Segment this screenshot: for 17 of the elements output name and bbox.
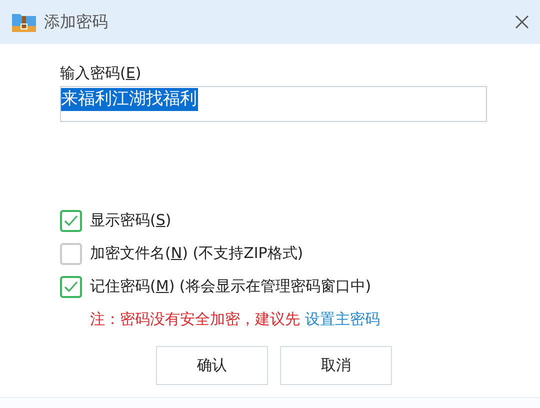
checkbox-label[interactable]: 记住密码(M) (将会显示在管理密码窗口中) — [90, 277, 372, 296]
checkbox-label[interactable]: 显示密码(S) — [90, 211, 172, 230]
set-master-password-link[interactable]: 设置主密码 — [304, 310, 380, 328]
field-label: 输入密码(E) — [60, 64, 142, 83]
close-icon[interactable] — [514, 14, 530, 30]
check-icon — [64, 280, 78, 292]
cancel-button[interactable]: 取消 — [280, 346, 392, 385]
window-title: 添加密码 — [44, 12, 109, 32]
checkbox[interactable] — [60, 242, 82, 264]
check-icon — [64, 214, 78, 226]
password-field[interactable]: 来福利江湖找福利 — [60, 86, 487, 122]
folder-icon — [12, 12, 36, 32]
confirm-button[interactable]: 确认 — [156, 346, 268, 385]
checkbox-label[interactable]: 加密文件名(N) (不支持ZIP格式) — [90, 244, 304, 263]
checkbox[interactable] — [60, 276, 82, 298]
checkbox[interactable] — [60, 210, 82, 232]
warning-note: 注：密码没有安全加密，建议先 设置主密码 — [90, 310, 381, 329]
